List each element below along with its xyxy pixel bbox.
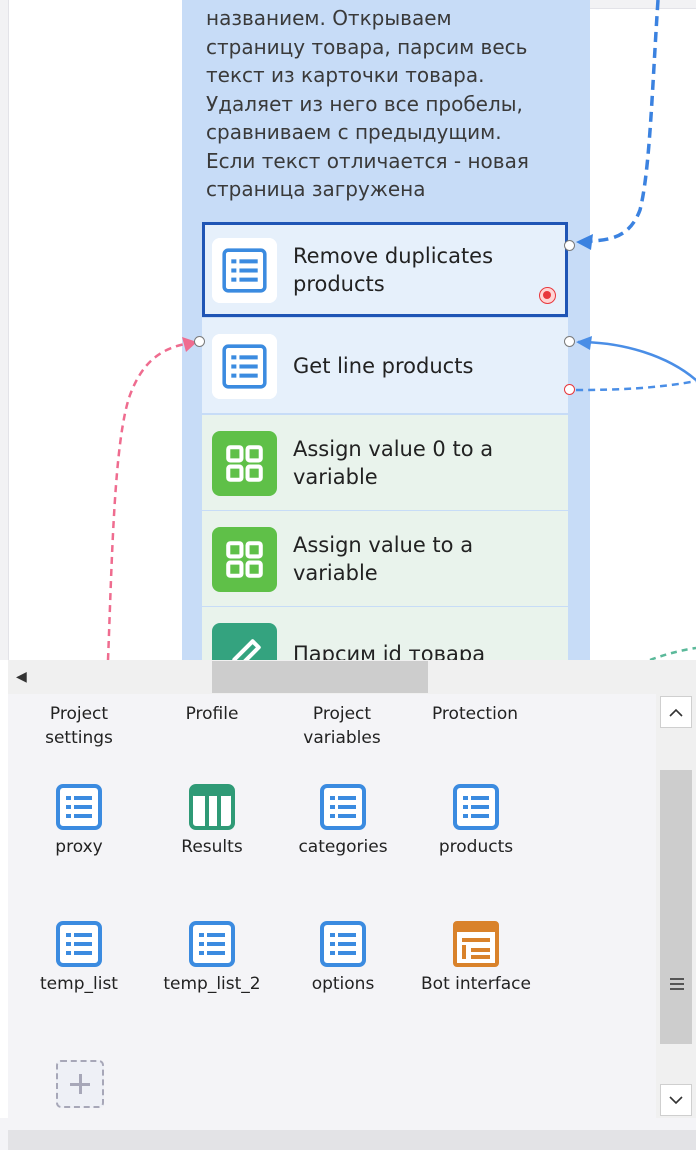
variable-item-results[interactable]: Results	[147, 783, 277, 857]
project-variables-panel: Project settings Profile Project variabl…	[8, 694, 656, 1118]
variable-label: proxy	[55, 837, 103, 857]
variable-item-temp-list[interactable]: temp_list	[14, 920, 144, 994]
list-icon	[188, 920, 236, 968]
grip-icon	[670, 978, 684, 993]
variable-item-bot-interface[interactable]: Bot interface	[411, 920, 541, 994]
project-canvas[interactable]: названием. Открываем страницу товара, па…	[0, 0, 696, 660]
link-arrowhead	[576, 336, 592, 350]
link-pink-dashed	[106, 340, 197, 660]
header-protection[interactable]: Protection	[412, 702, 538, 726]
horizontal-scrollbar[interactable]: ◀	[8, 660, 696, 694]
variable-label: options	[311, 974, 375, 994]
header-project-settings[interactable]: Project settings	[16, 702, 142, 750]
link-blue-solid	[577, 340, 696, 381]
table-icon	[188, 783, 236, 831]
vertical-scrollbar[interactable]	[656, 694, 696, 1118]
list-icon	[452, 783, 500, 831]
link-arrowhead	[576, 234, 593, 250]
output-port[interactable]	[564, 336, 575, 347]
link-blue-dashed-top	[577, 0, 660, 244]
variable-label: Results	[181, 837, 243, 857]
list-icon	[55, 783, 103, 831]
scroll-up-arrow-icon[interactable]	[660, 696, 692, 728]
bot-interface-icon	[452, 920, 500, 968]
bottom-scroll-strip	[8, 1130, 696, 1150]
add-variable-button[interactable]	[56, 1060, 104, 1108]
error-indicator-icon	[539, 287, 556, 304]
variable-item-products[interactable]: products	[411, 783, 541, 857]
vertical-scroll-thumb[interactable]	[660, 770, 692, 1044]
list-icon	[319, 920, 367, 968]
input-port[interactable]	[194, 336, 205, 347]
output-port[interactable]	[564, 240, 575, 251]
link-green-dashed	[649, 646, 696, 660]
variable-item-options[interactable]: options	[278, 920, 408, 994]
variable-label: Bot interface	[421, 974, 531, 994]
variable-label: products	[438, 837, 514, 857]
list-icon	[319, 783, 367, 831]
variable-label: temp_list	[40, 974, 118, 994]
scroll-down-arrow-icon[interactable]	[660, 1084, 692, 1116]
scroll-left-arrow-icon[interactable]: ◀	[16, 669, 27, 685]
variable-item-temp-list-2[interactable]: temp_list_2	[147, 920, 277, 994]
header-project-variables[interactable]: Project variables	[279, 702, 405, 750]
variable-item-categories[interactable]: categories	[278, 783, 408, 857]
link-blue-dashed-bottom	[575, 379, 696, 392]
error-port[interactable]	[564, 384, 575, 395]
header-profile[interactable]: Profile	[149, 702, 275, 726]
connection-links	[106, 0, 696, 660]
list-icon	[55, 920, 103, 968]
variable-label: categories	[298, 837, 388, 857]
horizontal-scroll-thumb[interactable]	[212, 661, 428, 693]
variable-item-proxy[interactable]: proxy	[14, 783, 144, 857]
variable-label: temp_list_2	[163, 974, 261, 994]
